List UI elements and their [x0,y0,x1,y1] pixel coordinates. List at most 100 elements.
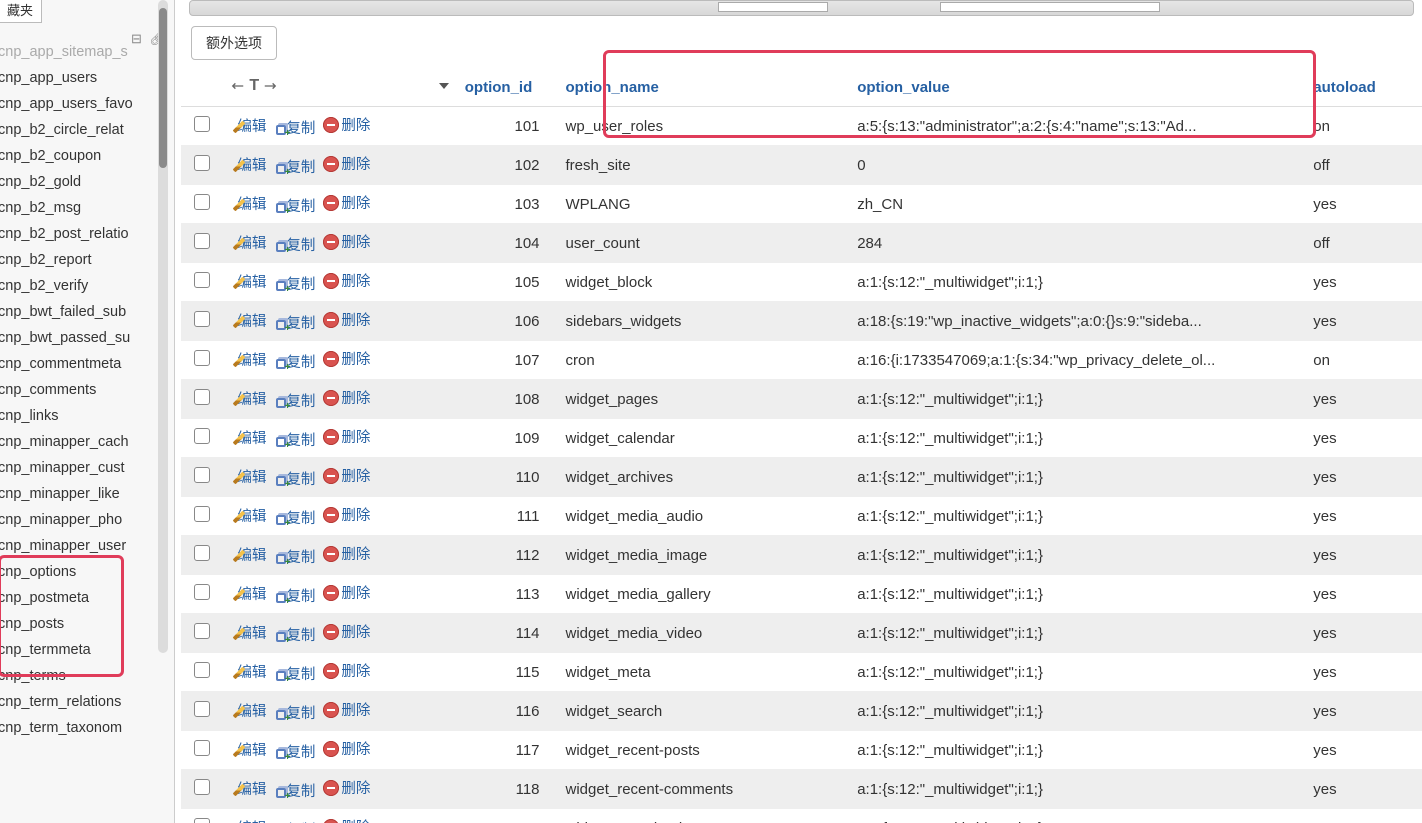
sidebar-table-item[interactable]: cnp_minapper_cust [0,455,170,481]
edit-button[interactable]: 编辑 [231,622,266,643]
row-checkbox[interactable] [194,116,210,132]
row-checkbox[interactable] [194,233,210,249]
favorites-tab[interactable]: 藏夹 [0,0,42,23]
copy-button[interactable]: 复制 [274,546,315,567]
extra-options-button[interactable]: 额外选项 [191,26,277,60]
copy-button[interactable]: 复制 [274,663,315,684]
row-checkbox[interactable] [194,662,210,678]
sidebar-table-item[interactable]: cnp_termmeta [0,637,170,663]
sidebar-table-item[interactable]: cnp_comments [0,377,170,403]
col-option-id[interactable]: option_id [457,68,558,107]
delete-button[interactable]: 删除 [323,621,370,642]
edit-button[interactable]: 编辑 [231,232,266,253]
copy-button[interactable]: 复制 [274,273,315,294]
edit-button[interactable]: 编辑 [231,817,266,823]
row-checkbox[interactable] [194,467,210,483]
edit-button[interactable]: 编辑 [231,310,266,331]
sidebar-table-item[interactable]: cnp_minapper_cach [0,429,170,455]
row-checkbox[interactable] [194,389,210,405]
sidebar-scrollbar[interactable] [158,0,168,653]
sidebar-table-item[interactable]: cnp_app_users_favo [0,91,170,117]
row-checkbox[interactable] [194,584,210,600]
sidebar-table-item[interactable]: cnp_bwt_failed_sub [0,299,170,325]
sidebar-table-item[interactable]: cnp_commentmeta [0,351,170,377]
copy-button[interactable]: 复制 [274,234,315,255]
chevron-down-icon[interactable] [439,83,449,89]
edit-button[interactable]: 编辑 [231,388,266,409]
sidebar-table-item[interactable]: cnp_minapper_pho [0,507,170,533]
sidebar-table-item[interactable]: cnp_term_taxonom [0,715,170,741]
copy-button[interactable]: 复制 [274,507,315,528]
sidebar-table-item[interactable]: cnp_b2_coupon [0,143,170,169]
sidebar-table-item[interactable]: cnp_minapper_like [0,481,170,507]
col-autoload[interactable]: autoload [1305,68,1422,107]
copy-button[interactable]: 复制 [274,585,315,606]
copy-button[interactable]: 复制 [274,390,315,411]
topbar-input-2[interactable] [940,2,1160,12]
delete-button[interactable]: 删除 [323,153,370,174]
edit-button[interactable]: 编辑 [231,271,266,292]
row-checkbox[interactable] [194,350,210,366]
scrollbar-thumb[interactable] [159,8,167,168]
copy-button[interactable]: 复制 [274,429,315,450]
sidebar-table-item[interactable]: cnp_b2_circle_relat [0,117,170,143]
edit-button[interactable]: 编辑 [231,115,266,136]
delete-button[interactable]: 删除 [323,816,370,823]
delete-button[interactable]: 删除 [323,270,370,291]
delete-button[interactable]: 删除 [323,309,370,330]
row-checkbox[interactable] [194,272,210,288]
edit-button[interactable]: 编辑 [231,700,266,721]
delete-button[interactable]: 删除 [323,426,370,447]
row-checkbox[interactable] [194,506,210,522]
delete-button[interactable]: 删除 [323,777,370,798]
delete-button[interactable]: 删除 [323,192,370,213]
delete-button[interactable]: 删除 [323,543,370,564]
sidebar-table-item[interactable]: cnp_terms [0,663,170,689]
sidebar-table-item[interactable]: cnp_app_sitemap_s [0,39,170,65]
sidebar-table-item[interactable]: cnp_b2_post_relatio [0,221,170,247]
sidebar-table-item[interactable]: cnp_postmeta [0,585,170,611]
sidebar-table-item[interactable]: cnp_minapper_user [0,533,170,559]
copy-button[interactable]: 复制 [274,195,315,216]
edit-button[interactable]: 编辑 [231,466,266,487]
copy-button[interactable]: 复制 [274,156,315,177]
row-checkbox[interactable] [194,155,210,171]
edit-button[interactable]: 编辑 [231,544,266,565]
row-checkbox[interactable] [194,623,210,639]
row-checkbox[interactable] [194,428,210,444]
row-checkbox[interactable] [194,194,210,210]
delete-button[interactable]: 删除 [323,348,370,369]
sidebar-table-item[interactable]: cnp_b2_msg [0,195,170,221]
row-checkbox[interactable] [194,545,210,561]
delete-button[interactable]: 删除 [323,504,370,525]
edit-button[interactable]: 编辑 [231,505,266,526]
edit-button[interactable]: 编辑 [231,739,266,760]
edit-button[interactable]: 编辑 [231,583,266,604]
delete-button[interactable]: 删除 [323,387,370,408]
copy-button[interactable]: 复制 [274,312,315,333]
col-sort[interactable]: T [223,68,456,107]
sidebar-table-item[interactable]: cnp_b2_verify [0,273,170,299]
delete-button[interactable]: 删除 [323,465,370,486]
sidebar-table-item[interactable]: cnp_term_relations [0,689,170,715]
row-checkbox[interactable] [194,779,210,795]
delete-button[interactable]: 删除 [323,660,370,681]
edit-button[interactable]: 编辑 [231,427,266,448]
sidebar-table-item[interactable]: cnp_posts [0,611,170,637]
copy-button[interactable]: 复制 [274,780,315,801]
sidebar-table-item[interactable]: cnp_app_users [0,65,170,91]
copy-button[interactable]: 复制 [274,702,315,723]
copy-button[interactable]: 复制 [274,741,315,762]
sidebar-table-item[interactable]: cnp_bwt_passed_su [0,325,170,351]
sidebar-table-item[interactable]: cnp_b2_report [0,247,170,273]
row-checkbox[interactable] [194,701,210,717]
row-checkbox[interactable] [194,311,210,327]
delete-button[interactable]: 删除 [323,738,370,759]
sidebar-table-item[interactable]: cnp_options [0,559,170,585]
topbar-input-1[interactable] [718,2,828,12]
delete-button[interactable]: 删除 [323,699,370,720]
copy-button[interactable]: 复制 [274,624,315,645]
col-option-name[interactable]: option_name [558,68,850,107]
edit-button[interactable]: 编辑 [231,778,266,799]
delete-button[interactable]: 删除 [323,582,370,603]
